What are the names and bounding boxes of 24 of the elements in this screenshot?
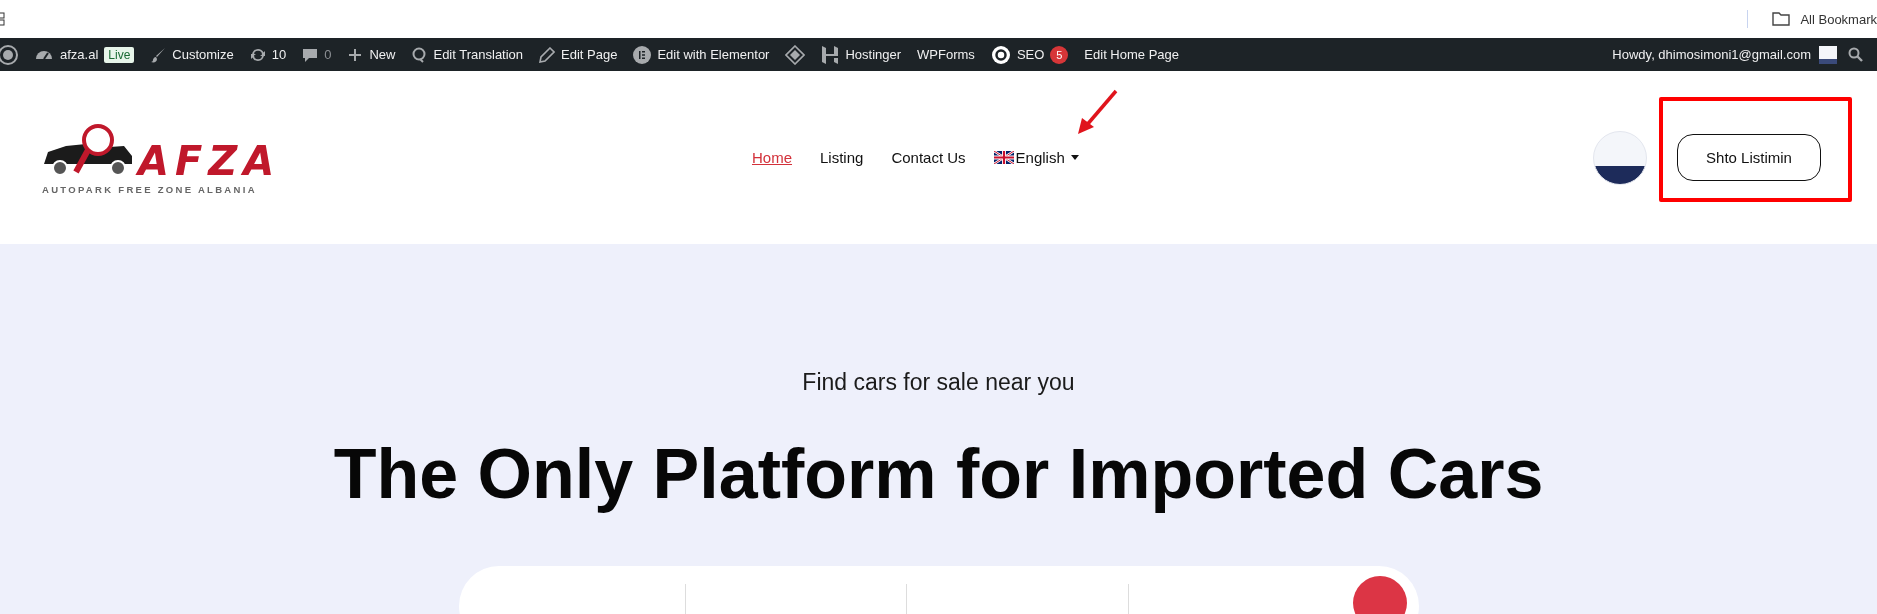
nav-link[interactable]: Contact Us <box>891 149 966 166</box>
admin-bar-item[interactable]: afza.al Live <box>26 38 143 71</box>
admin-bar-item[interactable]: Customize <box>142 38 242 71</box>
nav-link[interactable]: Home <box>752 149 792 166</box>
hero-heading: The Only Platform for Imported Cars <box>333 434 1544 514</box>
admin-bar-item[interactable]: Edit Page <box>531 38 626 71</box>
logo-tagline: AUTOPARK FREE ZONE ALBANIA <box>42 184 258 195</box>
bookmarks-link[interactable]: All Bookmark <box>1800 11 1877 27</box>
admin-bar-item[interactable]: Edit Translation <box>403 38 532 71</box>
live-badge: Live <box>104 46 135 63</box>
admin-bar-item[interactable]: Hostinger <box>813 38 910 71</box>
admin-bar-item[interactable]: Edit with Elementor <box>625 38 778 71</box>
admin-bar-item[interactable]: SEO 5 <box>982 38 1077 71</box>
nav-link[interactable]: Listing <box>820 149 864 166</box>
admin-bar-item[interactable]: Edit Home Page <box>1076 38 1187 71</box>
notification-count: 5 <box>1050 45 1069 64</box>
admin-bar-item[interactable]: 0 <box>294 38 340 71</box>
add-listing-button[interactable]: Shto Listimin <box>1677 134 1821 181</box>
account-greeting[interactable]: Howdy, dhimosimoni1@gmail.com <box>1612 47 1811 62</box>
hero-subtitle: Find cars for sale near you <box>802 369 1075 396</box>
language-switcher[interactable]: English <box>993 149 1081 166</box>
admin-bar-item[interactable]: WPForms <box>909 38 983 71</box>
admin-bar-item[interactable]: 10 <box>241 38 295 71</box>
admin-bar-item[interactable]: New <box>339 38 404 71</box>
